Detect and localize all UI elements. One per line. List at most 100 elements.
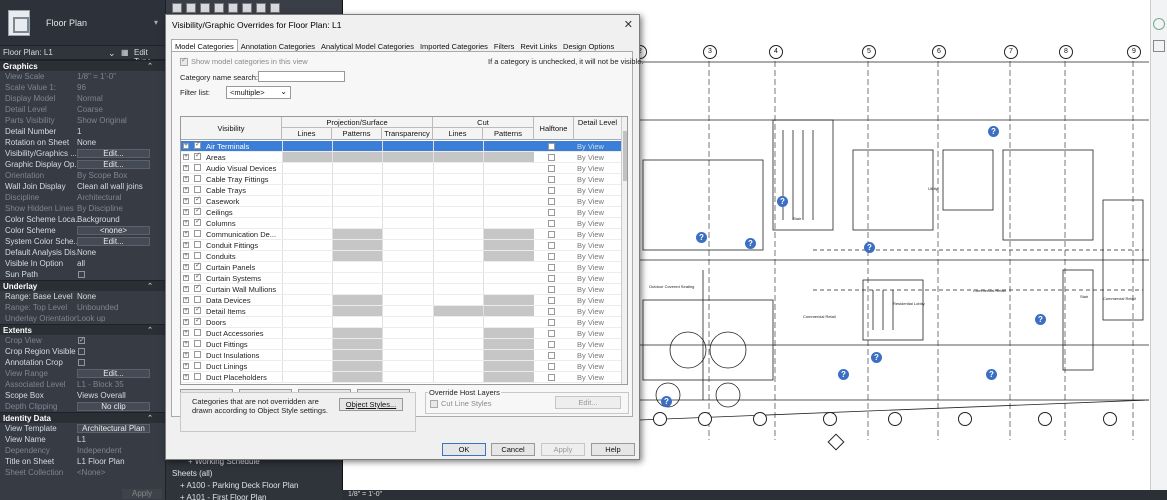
override-cell[interactable] [332, 163, 382, 173]
section-identity-data[interactable]: Identity Data ⌃ [0, 412, 165, 423]
object-styles-button[interactable]: Object Styles... [339, 398, 403, 411]
halftone-checkbox[interactable] [548, 220, 555, 227]
detail-level-value[interactable]: By View [577, 207, 604, 218]
override-cell[interactable] [483, 361, 534, 371]
halftone-checkbox[interactable] [548, 231, 555, 238]
detail-level-value[interactable]: By View [577, 174, 604, 185]
table-row[interactable]: + Cable Trays By View [181, 185, 621, 196]
detail-level-value[interactable]: By View [577, 372, 604, 383]
visibility-checkbox[interactable] [194, 272, 201, 281]
property-value[interactable]: <None> [77, 467, 157, 478]
visibility-checkbox[interactable] [194, 316, 201, 325]
col-cut-patterns[interactable]: Patterns [483, 128, 534, 140]
halftone-checkbox[interactable] [548, 253, 555, 260]
table-row[interactable]: + Areas By View [181, 151, 621, 163]
override-cell[interactable] [382, 152, 433, 162]
detail-level-value[interactable]: By View [577, 185, 604, 196]
show-model-categories-checkbox[interactable] [180, 56, 188, 66]
halftone-checkbox[interactable] [548, 143, 555, 150]
visibility-checkbox[interactable] [194, 217, 201, 226]
override-cell[interactable] [382, 306, 433, 316]
detail-level-value[interactable]: By View [577, 317, 604, 328]
detail-level-value[interactable]: By View [577, 163, 604, 174]
property-edit-button[interactable]: Edit... [77, 160, 150, 169]
override-cell[interactable] [433, 262, 483, 272]
override-cell[interactable] [332, 273, 382, 283]
ok-button[interactable]: OK [442, 443, 486, 456]
override-cell[interactable] [282, 141, 332, 151]
property-edit-button[interactable]: Architectural Plan [77, 424, 150, 433]
override-cell[interactable] [332, 141, 382, 151]
override-cell[interactable] [382, 240, 433, 250]
detail-level-value[interactable]: By View [577, 229, 604, 240]
help-marker-icon[interactable]: ? [864, 242, 875, 253]
override-cell[interactable] [433, 240, 483, 250]
visibility-checkbox[interactable] [194, 283, 201, 292]
override-cell[interactable] [483, 328, 534, 338]
table-row[interactable]: + Communication De... By View [181, 229, 621, 240]
grid-bubble[interactable]: 8 [1059, 45, 1073, 59]
override-cell[interactable] [282, 273, 332, 283]
col-cut-lines[interactable]: Lines [433, 128, 483, 140]
filter-list-select[interactable]: <multiple> [226, 86, 291, 99]
edit-button[interactable]: Edit... [555, 396, 621, 409]
override-cell[interactable] [332, 372, 382, 382]
zoom-region-icon[interactable] [1153, 40, 1165, 52]
table-row[interactable]: + Curtain Wall Mullions By View [181, 283, 621, 295]
instance-selector[interactable]: Floor Plan: L1 ⌄ ▦ Edit Type [0, 46, 165, 66]
visibility-checkbox[interactable] [194, 362, 201, 369]
type-selector-header[interactable]: Floor Plan ▾ [0, 0, 165, 46]
expand-icon[interactable]: + [183, 176, 189, 182]
override-cell[interactable] [433, 372, 483, 382]
halftone-checkbox[interactable] [548, 154, 555, 161]
help-marker-icon[interactable]: ? [1035, 314, 1046, 325]
col-visibility[interactable]: Visibility [181, 117, 282, 140]
col-proj-lines[interactable]: Lines [282, 128, 332, 140]
override-cell[interactable] [282, 251, 332, 261]
col-halftone[interactable]: Halftone [534, 117, 574, 140]
override-cell[interactable] [332, 185, 382, 195]
override-cell[interactable] [282, 339, 332, 349]
property-value[interactable]: Views Overall [77, 390, 157, 401]
property-value[interactable]: 1 [77, 126, 157, 137]
visibility-checkbox[interactable] [194, 206, 201, 215]
override-cell[interactable] [282, 152, 332, 162]
override-cell[interactable] [483, 240, 534, 250]
table-row[interactable]: + Curtain Panels By View [181, 261, 621, 273]
property-checkbox[interactable] [78, 335, 85, 346]
override-cell[interactable] [483, 372, 534, 382]
override-cell[interactable] [382, 361, 433, 371]
table-row[interactable]: + Columns By View [181, 217, 621, 229]
override-cell[interactable] [332, 207, 382, 217]
override-cell[interactable] [433, 251, 483, 261]
property-value[interactable]: By Discipline [77, 203, 157, 214]
grid-bubble-bottom[interactable] [698, 412, 712, 426]
scrollbar-thumb[interactable] [623, 131, 627, 181]
halftone-checkbox[interactable] [548, 176, 555, 183]
property-checkbox[interactable] [78, 271, 85, 278]
override-cell[interactable] [332, 328, 382, 338]
grid-bubble[interactable]: 3 [703, 45, 717, 59]
override-cell[interactable] [483, 273, 534, 283]
apply-button[interactable]: Apply [541, 443, 585, 456]
override-cell[interactable] [382, 317, 433, 327]
home-icon[interactable] [172, 3, 182, 13]
override-cell[interactable] [332, 218, 382, 228]
table-row[interactable]: + Air Terminals By View [181, 140, 621, 152]
help-button[interactable]: Help [591, 443, 635, 456]
help-marker-icon[interactable]: ? [777, 196, 788, 207]
visibility-checkbox[interactable] [194, 252, 201, 259]
override-cell[interactable] [483, 174, 534, 184]
override-cell[interactable] [433, 152, 483, 162]
override-cell[interactable] [433, 273, 483, 283]
grid-bubble-bottom[interactable] [888, 412, 902, 426]
override-cell[interactable] [483, 152, 534, 162]
col-transparency[interactable]: Transparency [382, 128, 433, 140]
close-icon[interactable]: ✕ [624, 18, 633, 31]
visibility-checkbox[interactable] [194, 296, 201, 303]
grid-bubble-bottom[interactable] [753, 412, 767, 426]
override-cell[interactable] [332, 339, 382, 349]
override-cell[interactable] [282, 306, 332, 316]
detail-level-value[interactable]: By View [577, 339, 604, 350]
override-cell[interactable] [282, 317, 332, 327]
